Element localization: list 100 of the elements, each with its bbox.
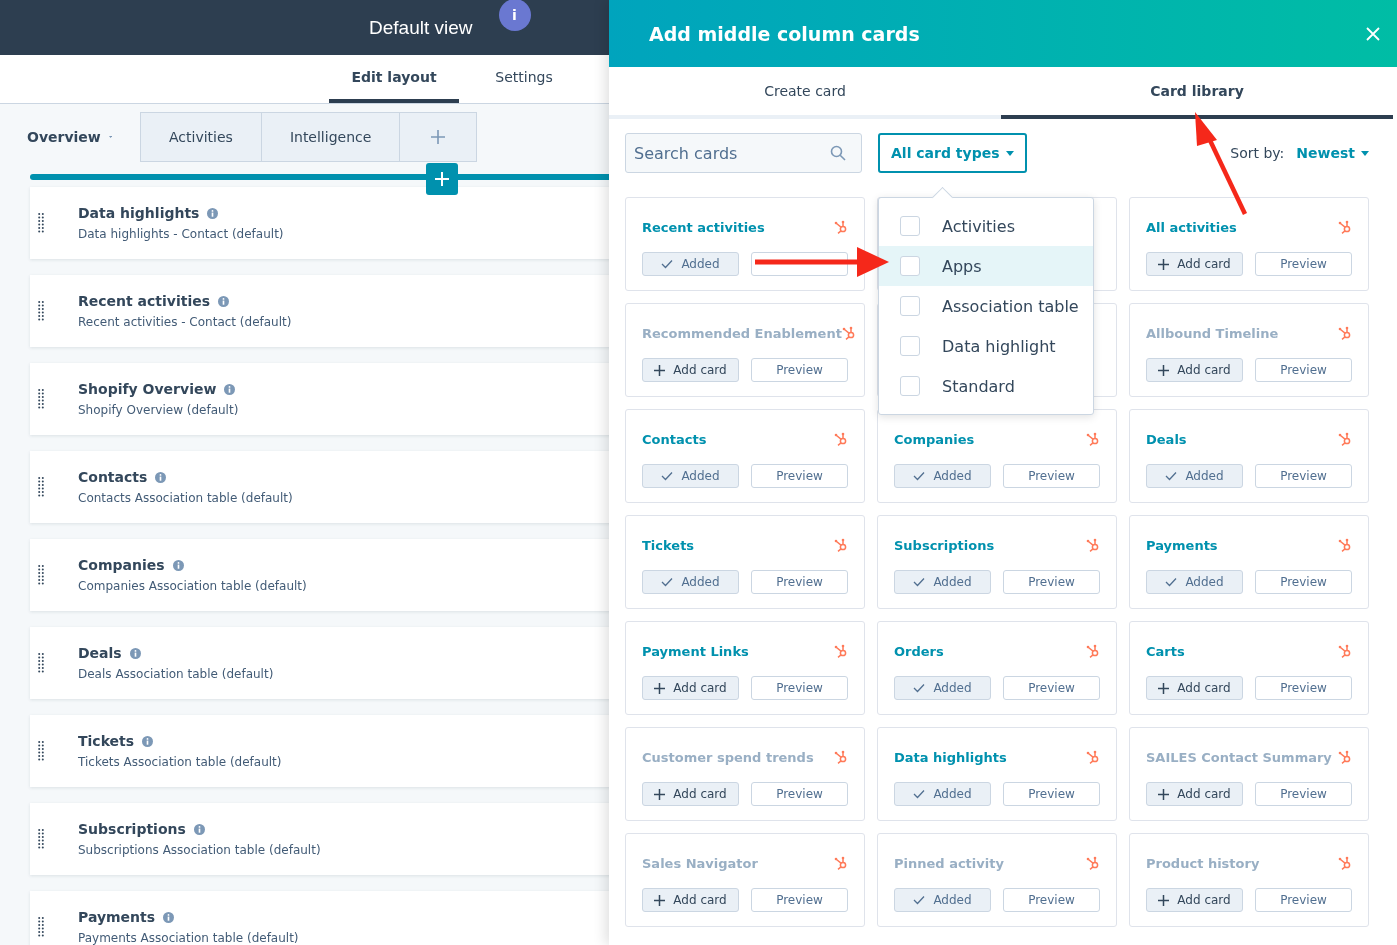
preview-button[interactable]: Preview xyxy=(1255,888,1352,912)
checkbox[interactable] xyxy=(900,216,920,236)
card-title: Carts xyxy=(1146,643,1185,659)
sprocket-icon xyxy=(1338,326,1352,340)
sprocket-icon xyxy=(1338,750,1352,764)
preview-button[interactable]: Preview xyxy=(1003,570,1100,594)
drag-handle-icon[interactable] xyxy=(38,916,44,938)
card-title: Recommended Enablement xyxy=(642,325,842,341)
filter-option[interactable]: Data highlight xyxy=(879,326,1093,366)
card-title: Data highlights xyxy=(894,749,1007,765)
preview-button[interactable]: Preview xyxy=(751,676,848,700)
check-icon xyxy=(661,577,674,587)
sprocket-icon xyxy=(1338,220,1352,234)
info-badge: i xyxy=(498,0,531,31)
card-title: Orders xyxy=(894,643,944,659)
preview-button[interactable]: Preview xyxy=(1255,570,1352,594)
add-card-button[interactable]: Add card xyxy=(1146,782,1243,806)
add-card-button[interactable]: Added xyxy=(642,252,739,276)
add-card-button[interactable]: Added xyxy=(894,464,991,488)
drag-handle-icon[interactable] xyxy=(38,300,44,322)
checkbox[interactable] xyxy=(900,296,920,316)
panel-tab[interactable]: Create card xyxy=(609,67,1001,119)
drag-handle-icon[interactable] xyxy=(38,828,44,850)
add-card-button[interactable]: Added xyxy=(894,570,991,594)
sprocket-icon xyxy=(1338,856,1352,870)
search-field[interactable]: Search cards xyxy=(625,133,862,173)
preview-button[interactable]: Preview xyxy=(1255,782,1352,806)
add-card-button[interactable]: Added xyxy=(894,782,991,806)
card-title: Deals xyxy=(1146,431,1187,447)
add-card-button[interactable]: Added xyxy=(894,676,991,700)
preview-button[interactable]: Preview xyxy=(751,782,848,806)
add-card-button[interactable]: Added xyxy=(642,570,739,594)
add-card-button[interactable]: Add card xyxy=(1146,676,1243,700)
plus-icon xyxy=(654,364,666,376)
drag-handle-icon[interactable] xyxy=(38,476,44,498)
plus-icon xyxy=(1158,682,1170,694)
add-card-button[interactable]: Added xyxy=(1146,570,1243,594)
add-card-button[interactable]: Added xyxy=(642,464,739,488)
filter-option[interactable]: Standard xyxy=(879,366,1093,406)
info-icon xyxy=(163,911,175,923)
add-card-button[interactable]: Add card xyxy=(642,888,739,912)
check-icon xyxy=(913,577,926,587)
sprocket-icon xyxy=(1338,538,1352,552)
drag-handle-icon[interactable] xyxy=(38,388,44,410)
preview-button[interactable]: Preview xyxy=(751,464,848,488)
sort-dropdown[interactable]: Newest xyxy=(1296,145,1369,161)
add-card-button[interactable]: Add card xyxy=(1146,358,1243,382)
preview-button[interactable]: Preview xyxy=(1255,358,1352,382)
drag-handle-icon[interactable] xyxy=(38,652,44,674)
caret-icon xyxy=(1361,150,1369,156)
plus-icon xyxy=(430,129,447,145)
drag-handle-icon[interactable] xyxy=(38,212,44,234)
preview-button[interactable]: Preview xyxy=(751,888,848,912)
add-card-button[interactable]: Added xyxy=(894,888,991,912)
preview-button[interactable]: Preview xyxy=(1255,676,1352,700)
check-icon xyxy=(661,259,674,269)
preview-button[interactable]: Preview xyxy=(1255,464,1352,488)
filter-option[interactable]: Activities xyxy=(879,206,1093,246)
add-card-button[interactable]: Added xyxy=(1146,464,1243,488)
card-title: Pinned activity xyxy=(894,855,1004,871)
layout-tab[interactable]: Edit layout xyxy=(329,55,459,103)
section-tab[interactable]: Activities xyxy=(140,112,262,162)
preview-button[interactable]: Preview xyxy=(1003,888,1100,912)
layout-tab[interactable]: Settings xyxy=(459,55,589,103)
plus-icon xyxy=(1158,258,1170,270)
add-card-button[interactable] xyxy=(426,163,458,195)
checkbox[interactable] xyxy=(900,376,920,396)
check-icon xyxy=(913,789,926,799)
section-tab[interactable]: Intelligence xyxy=(260,112,401,162)
card-title: Payment Links xyxy=(642,643,749,659)
add-card-button[interactable]: Add card xyxy=(642,358,739,382)
sprocket-icon xyxy=(1086,538,1100,552)
add-card-button[interactable]: Add card xyxy=(642,676,739,700)
checkbox[interactable] xyxy=(900,336,920,356)
filter-option[interactable]: Association table xyxy=(879,286,1093,326)
panel-tab[interactable]: Card library xyxy=(1001,67,1393,119)
preview-button[interactable]: Preview xyxy=(1003,676,1100,700)
card-subtitle: Subscriptions Association table (default) xyxy=(78,843,321,857)
preview-button[interactable]: Preview xyxy=(751,358,848,382)
card-title: SAILES Contact Summary xyxy=(1146,749,1332,765)
preview-button[interactable]: Preview xyxy=(751,570,848,594)
add-card-button[interactable]: Add card xyxy=(1146,888,1243,912)
sprocket-icon xyxy=(834,750,848,764)
add-card-button[interactable]: Add card xyxy=(642,782,739,806)
caret-icon xyxy=(1005,150,1014,156)
preview-button[interactable]: Preview xyxy=(1003,464,1100,488)
page-title: Default view xyxy=(369,16,473,40)
card-title: Sales Navigator xyxy=(642,855,758,871)
drag-handle-icon[interactable] xyxy=(38,564,44,586)
plus-icon xyxy=(434,171,450,187)
preview-button[interactable]: Preview xyxy=(1003,782,1100,806)
filter-option[interactable]: Apps xyxy=(879,246,1093,286)
checkbox[interactable] xyxy=(900,256,920,276)
add-card-button[interactable]: Add card xyxy=(1146,252,1243,276)
drag-handle-icon[interactable] xyxy=(38,740,44,762)
card-type-dropdown[interactable]: All card types xyxy=(878,133,1027,173)
check-icon xyxy=(913,471,926,481)
card-title: Product history xyxy=(1146,855,1260,871)
check-icon xyxy=(661,471,674,481)
preview-button[interactable]: Preview xyxy=(1255,252,1352,276)
